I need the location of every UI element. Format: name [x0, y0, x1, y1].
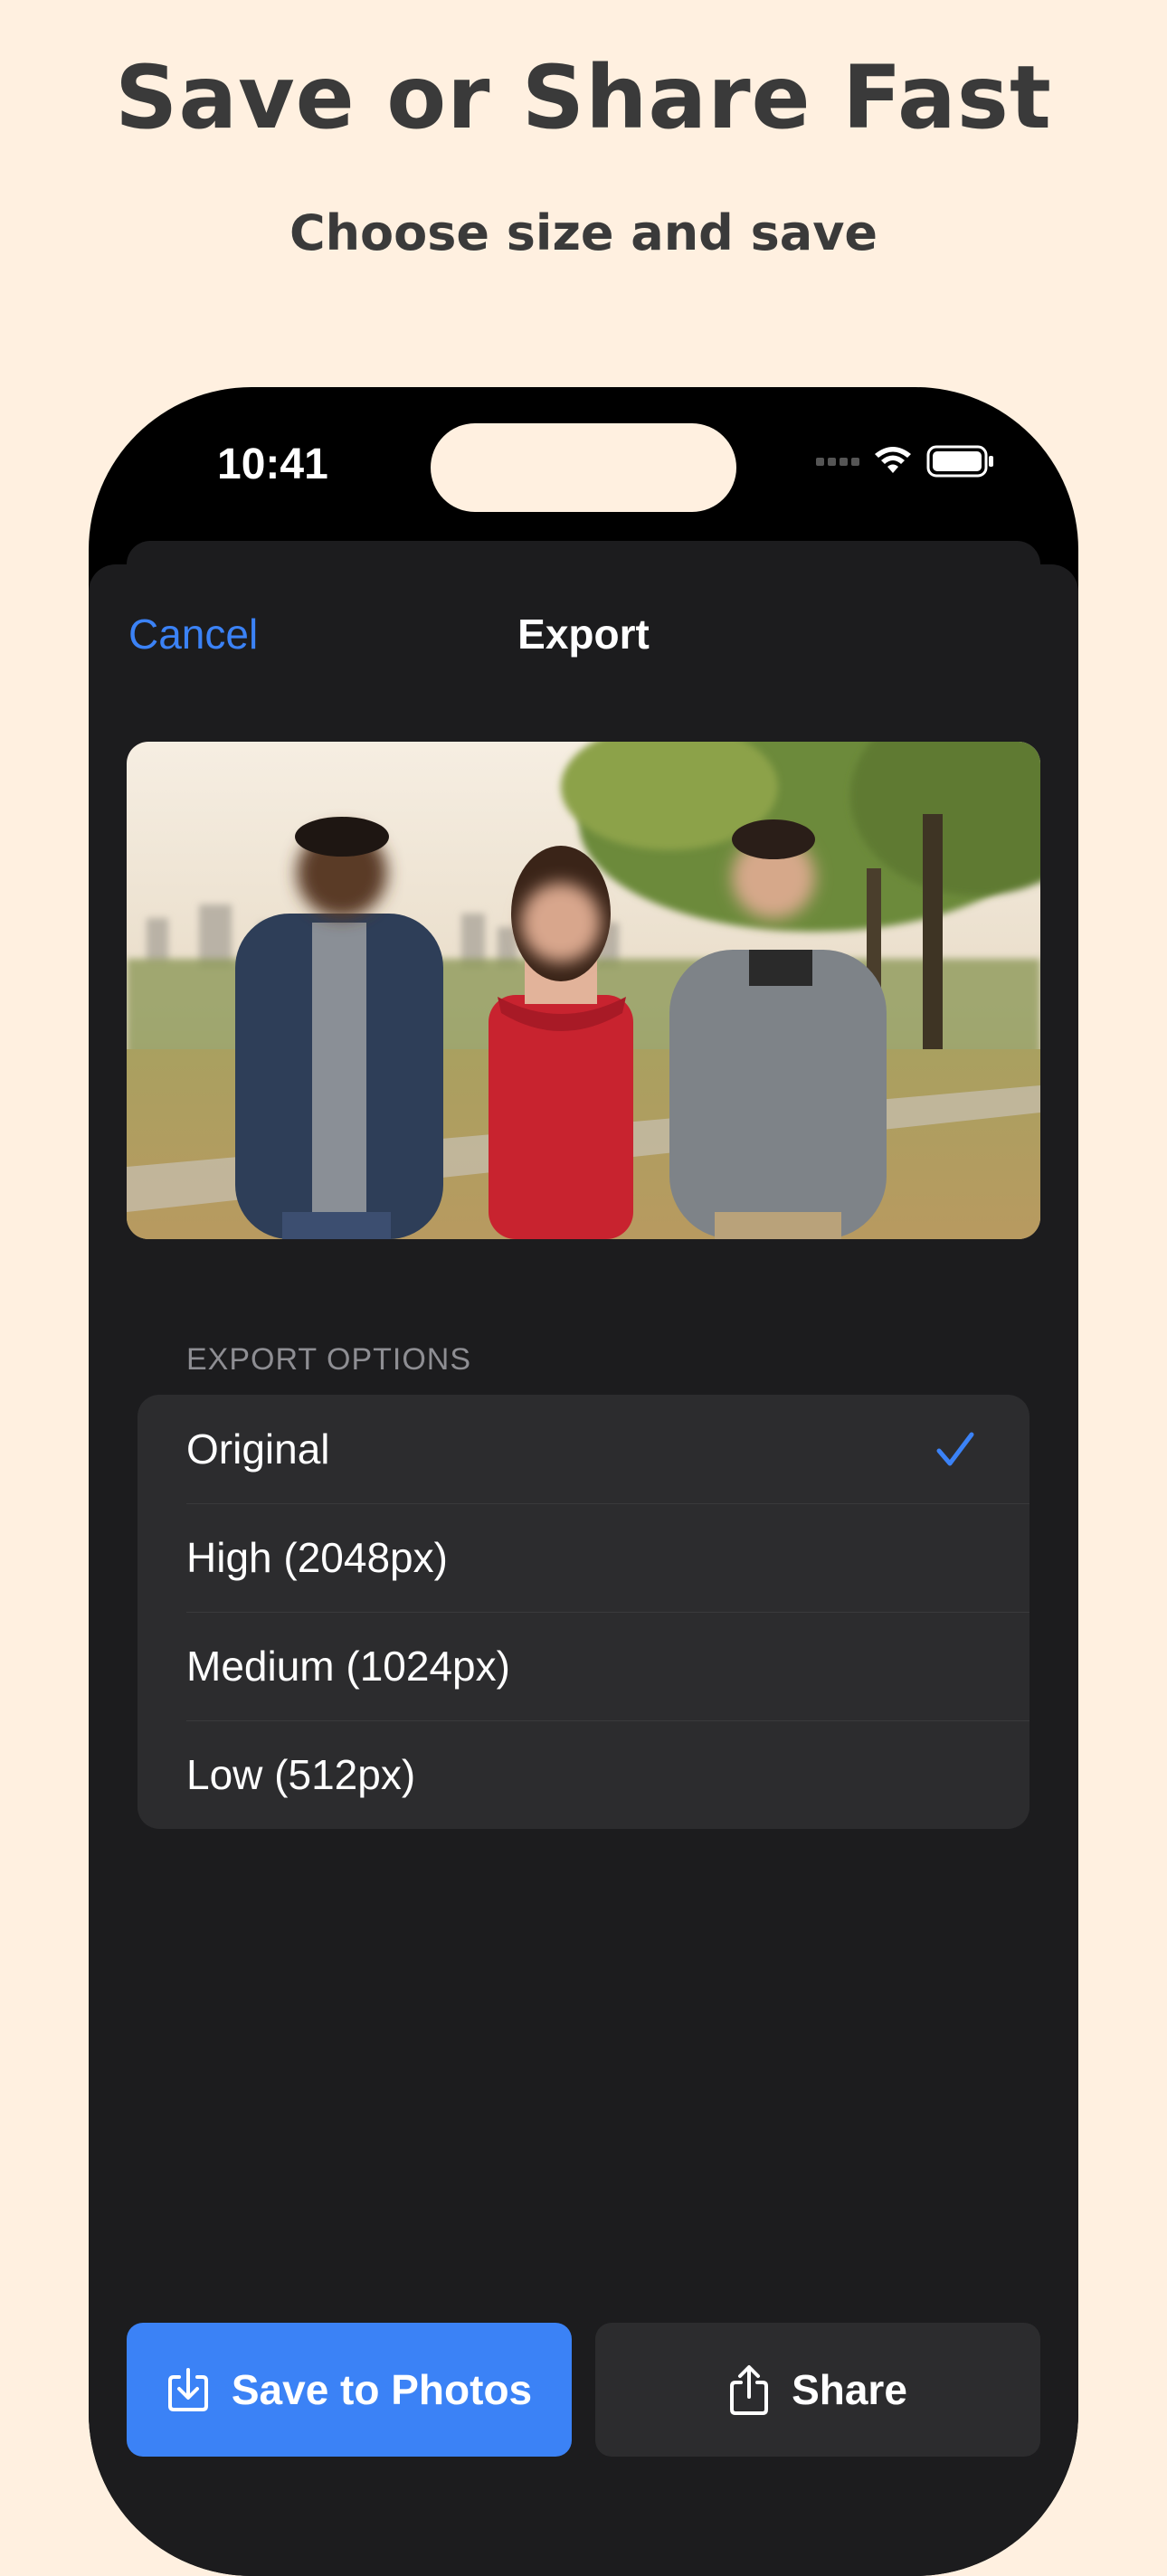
status-time: 10:41 — [217, 440, 328, 488]
download-icon — [167, 2368, 208, 2411]
option-low[interactable]: Low (512px) — [138, 1720, 1029, 1829]
dynamic-island — [431, 423, 736, 512]
checkmark-icon — [936, 1432, 974, 1466]
option-label: Medium (1024px) — [186, 1643, 510, 1690]
export-options-header: EXPORT OPTIONS — [186, 1342, 472, 1377]
phone-frame: 10:41 Export Cancel EXPORT OPTIONS Origi… — [89, 387, 1078, 2576]
promo-subhead: Choose size and save — [289, 204, 878, 261]
option-label: Low (512px) — [186, 1751, 416, 1798]
option-original[interactable]: Original — [138, 1395, 1029, 1503]
share-button[interactable]: Share — [595, 2323, 1040, 2457]
promo-headline: Save or Share Fast — [115, 47, 1052, 148]
wifi-icon — [875, 447, 911, 473]
save-to-photos-button[interactable]: Save to Photos — [127, 2323, 572, 2457]
export-sheet: Export Cancel EXPORT OPTIONS Original Hi… — [89, 564, 1078, 2576]
photo-preview-image — [127, 742, 1040, 1239]
option-medium[interactable]: Medium (1024px) — [138, 1612, 1029, 1720]
cancel-button[interactable]: Cancel — [128, 610, 258, 658]
battery-icon — [926, 445, 993, 478]
export-options-list: Original High (2048px) Medium (1024px) L… — [138, 1395, 1029, 1829]
share-icon — [730, 2365, 769, 2415]
option-label: Original — [186, 1425, 330, 1473]
status-icons — [816, 445, 995, 478]
share-button-label: Share — [792, 2366, 907, 2413]
option-high[interactable]: High (2048px) — [138, 1503, 1029, 1612]
cellular-signal-icon — [816, 457, 859, 466]
photo-preview — [127, 742, 1040, 1239]
option-label: High (2048px) — [186, 1534, 448, 1581]
save-button-label: Save to Photos — [231, 2366, 533, 2413]
